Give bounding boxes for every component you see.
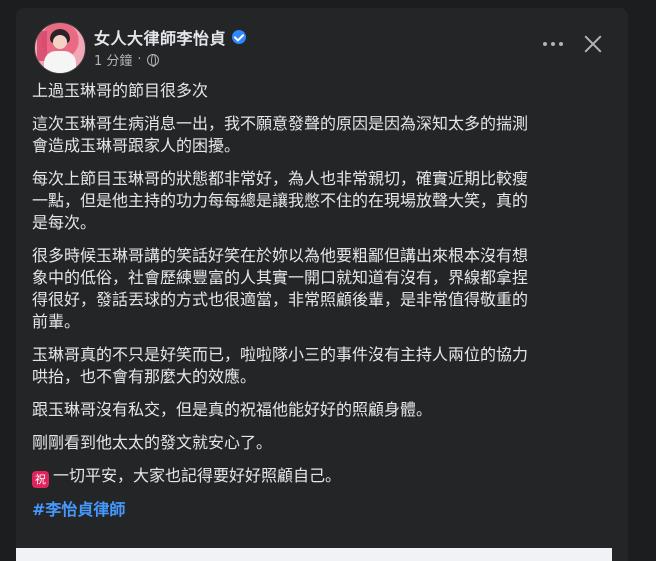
post-paragraph: 每次上節目玉琳哥的狀態都非常好，為人也非常親切，確實近期比較瘦 一點，但是他主持… (32, 169, 529, 232)
post-paragraph: 上過玉琳哥的節目很多次 (32, 81, 209, 100)
globe-icon[interactable] (146, 53, 159, 67)
close-icon[interactable] (582, 33, 604, 55)
post-body: 上過玉琳哥的節目很多次 這次玉琳哥生病消息一出，我不願意發聲的原因是因為深知太多… (32, 80, 616, 521)
post-header: 女人大律師李怡貞 1 分鐘 · (16, 8, 628, 78)
post-paragraph: 玉琳哥真的不只是好笑而已，啦啦隊小三的事件沒有主持人兩位的協力 哄抬，也不會有那… (32, 345, 529, 386)
closing-paragraph: 祝一切平安，大家也記得要好好照顧自己。 (32, 465, 616, 488)
post-timestamp[interactable]: 1 分鐘 (94, 50, 132, 69)
post-paragraph: 剛剛看到他太太的發文就安心了。 (32, 433, 273, 452)
post-paragraph: 這次玉琳哥生病消息一出，我不願意發聲的原因是因為深知太多的揣測 會造成玉琳哥跟家… (32, 114, 529, 155)
page-name-row: 女人大律師李怡貞 (94, 25, 247, 49)
more-options-icon[interactable] (538, 36, 568, 52)
post-paragraph: 跟玉琳哥沒有私交，但是真的祝福他能好好的照顧身體。 (32, 400, 433, 419)
post-meta: 1 分鐘 · (94, 50, 159, 69)
page-avatar[interactable] (34, 22, 86, 74)
hashtag-link[interactable]: #李怡貞律師 (32, 499, 616, 521)
post-image-preview[interactable] (16, 548, 612, 561)
post-card: 女人大律師李怡貞 1 分鐘 · 上過玉琳哥的節目很多次 這次玉琳哥生病消息一出，… (16, 8, 628, 561)
closing-text: 一切平安，大家也記得要好好照顧自己。 (53, 466, 342, 485)
meta-separator: · (137, 52, 142, 67)
blessing-emoji-icon: 祝 (32, 471, 49, 488)
post-paragraph: 很多時候玉琳哥講的笑話好笑在於妳以為他要粗鄙但講出來根本沒有想 象中的低俗，社會… (32, 246, 529, 331)
verified-badge-icon (232, 30, 247, 44)
page-name-link[interactable]: 女人大律師李怡貞 (94, 25, 226, 49)
